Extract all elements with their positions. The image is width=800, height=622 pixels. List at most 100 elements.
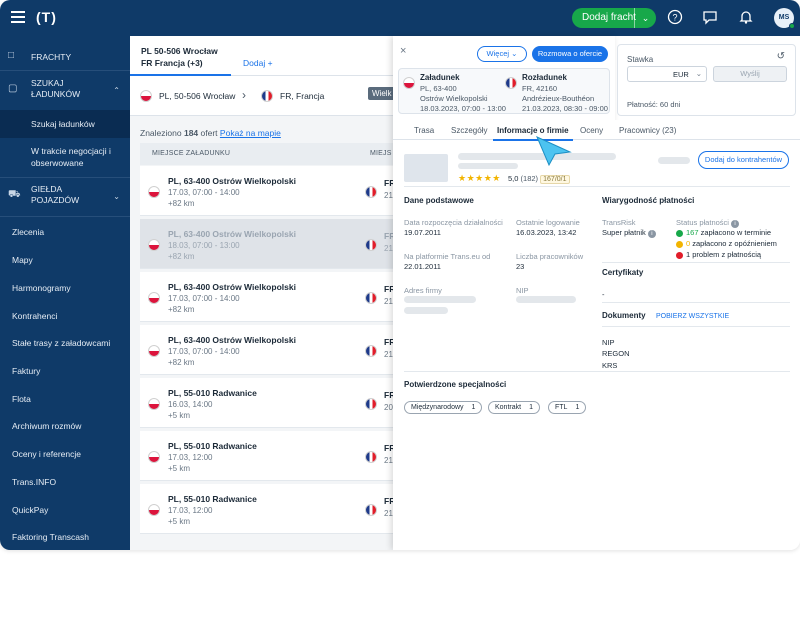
chevron-right-icon: › bbox=[242, 88, 246, 102]
bell-icon[interactable] bbox=[737, 9, 755, 27]
sidebar: □ FRACHTY ▢ SZUKAJ ŁADUNKÓW ⌃ Szukaj ład… bbox=[0, 36, 130, 550]
offer-card[interactable]: PL, 63-400 Ostrów Wielkopolski 18.03, 07:… bbox=[140, 219, 395, 269]
box-icon: ▢ bbox=[8, 83, 18, 94]
svg-text:?: ? bbox=[672, 13, 677, 23]
chevron-down-icon[interactable]: ⌄ bbox=[634, 8, 656, 28]
avatar[interactable]: MS bbox=[774, 8, 795, 29]
flag-fr-icon bbox=[505, 77, 517, 89]
chevron-up-icon: ⌃ bbox=[113, 86, 120, 95]
offer-distance: +82 km bbox=[168, 358, 195, 367]
status-paid-late: 0 zapłacono z opóźnieniem bbox=[676, 239, 777, 248]
placeholder-bar bbox=[658, 157, 690, 164]
offer-list-panel: PL 50-506 Wrocław FR Francja (+3) Dodaj … bbox=[130, 36, 396, 550]
divider bbox=[602, 302, 790, 303]
sidebar-divider bbox=[0, 70, 130, 71]
divider bbox=[602, 326, 790, 327]
freight-icon: □ bbox=[8, 50, 15, 61]
offer-card[interactable]: PL, 55-010 Radwanice 17.03, 12:00 +5 km FR 2… bbox=[140, 484, 395, 534]
top-bar: (T) Dodaj fracht ⌄ ? MS bbox=[0, 0, 800, 36]
flag-pl-icon bbox=[148, 345, 160, 357]
talk-about-offer-button[interactable]: Rozmowa o ofercie bbox=[532, 46, 608, 62]
rating-summary[interactable]: 5,0 (182) 167/0/1 bbox=[508, 174, 570, 184]
download-all-link[interactable]: POBIERZ WSZYSTKIE bbox=[656, 313, 729, 320]
tab-route[interactable]: Trasa bbox=[414, 126, 434, 135]
route-summary[interactable]: PL, 50-506 Wrocław › FR, Francja Wielk bbox=[130, 76, 396, 116]
info-icon[interactable]: i bbox=[731, 220, 740, 228]
credibility-title: Wiarygodność płatności bbox=[602, 196, 695, 205]
show-on-map-link[interactable]: Pokaż na mapie bbox=[220, 128, 281, 138]
offer-loading-city: PL, 63-400 Ostrów Wielkopolski bbox=[168, 229, 296, 239]
offer-card[interactable]: PL, 55-010 Radwanice 16.03, 14:00 +5 km FR 2… bbox=[140, 378, 395, 428]
company-logo-placeholder bbox=[404, 154, 448, 182]
flag-fr-icon bbox=[365, 345, 377, 357]
flag-fr-icon bbox=[365, 504, 377, 516]
last-login-value: 16.03.2023, 13:42 bbox=[516, 228, 577, 237]
status-payment-problem: 1 problem z płatnością bbox=[676, 250, 761, 259]
error-circle-icon bbox=[676, 251, 683, 259]
specialty-chip: Międzynarodowy 1 bbox=[404, 401, 483, 414]
flag-pl-icon bbox=[140, 90, 152, 102]
chat-icon[interactable] bbox=[701, 9, 719, 27]
offer-loading-date: 17.03, 07:00 - 14:00 bbox=[168, 347, 240, 356]
flag-fr-icon bbox=[365, 398, 377, 410]
status-paid-on-time: 167 zapłacono w terminie bbox=[676, 228, 771, 237]
offer-loading-date: 17.03, 07:00 - 14:00 bbox=[168, 294, 240, 303]
info-icon[interactable]: i bbox=[647, 230, 656, 238]
offer-card[interactable]: PL, 63-400 Ostrów Wielkopolski 17.03, 07:… bbox=[140, 272, 395, 322]
add-search-tab[interactable]: Dodaj + bbox=[243, 58, 273, 68]
more-button[interactable]: Więcej ⌄ bbox=[477, 46, 527, 62]
help-icon[interactable]: ? bbox=[666, 9, 684, 27]
tab-company-info[interactable]: Informacje o firmie bbox=[493, 126, 573, 141]
flag-fr-icon bbox=[365, 451, 377, 463]
doc-nip[interactable]: NIP bbox=[602, 338, 615, 347]
detail-tabs: Trasa Szczegóły Informacje o firmie Ocen… bbox=[393, 120, 800, 141]
send-button[interactable]: Wyślij bbox=[713, 66, 787, 82]
tab-employees[interactable]: Pracownicy (23) bbox=[619, 126, 676, 135]
offer-loading-date: 17.03, 12:00 bbox=[168, 506, 213, 515]
offer-loading-date: 17.03, 07:00 - 14:00 bbox=[168, 188, 240, 197]
add-to-contractors-button[interactable]: Dodaj do kontrahentów bbox=[698, 151, 789, 169]
hamburger-menu-icon[interactable] bbox=[11, 11, 25, 23]
address-placeholder bbox=[404, 307, 448, 314]
flag-pl-icon bbox=[148, 186, 160, 198]
chevron-down-icon: ⌄ bbox=[113, 192, 120, 201]
tab-search-wroclaw[interactable]: PL 50-506 Wrocław FR Francja (+3) bbox=[130, 36, 231, 76]
offer-loading-city: PL, 63-400 Ostrów Wielkopolski bbox=[168, 282, 296, 292]
basic-data-title: Dane podstawowe bbox=[404, 196, 474, 205]
offer-card[interactable]: PL, 63-400 Ostrów Wielkopolski 17.03, 07:… bbox=[140, 166, 395, 216]
country-chip[interactable]: Wielk bbox=[368, 87, 396, 100]
address-placeholder bbox=[404, 296, 476, 303]
offer-loading-city: PL, 55-010 Radwanice bbox=[168, 494, 257, 504]
list-column-header: MIEJSCE ZAŁADUNKU MIEJS bbox=[140, 143, 393, 165]
flag-fr-icon bbox=[365, 292, 377, 304]
app-logo[interactable]: (T) bbox=[36, 9, 57, 25]
divider bbox=[404, 371, 790, 372]
sidebar-item-search-loads-group[interactable]: ▢ SZUKAJ ŁADUNKÓW ⌃ bbox=[0, 78, 130, 104]
tab-ratings[interactable]: Oceny bbox=[580, 126, 603, 135]
offer-distance: +5 km bbox=[168, 464, 191, 473]
currency-select[interactable]: EUR ⌄ bbox=[627, 66, 707, 82]
flag-fr-icon bbox=[365, 239, 377, 251]
search-tabs: PL 50-506 Wrocław FR Francja (+3) Dodaj … bbox=[130, 36, 393, 76]
add-freight-label: Dodaj fracht bbox=[582, 12, 636, 23]
divider bbox=[602, 262, 790, 263]
offer-card[interactable]: PL, 55-010 Radwanice 17.03, 12:00 +5 km FR 2… bbox=[140, 431, 395, 481]
sidebar-item-freights[interactable]: □ FRACHTY bbox=[0, 50, 130, 64]
sidebar-item-vehicle-exchange[interactable]: ⛟ GIEŁDA POJAZDÓW ⌄ bbox=[0, 184, 130, 210]
add-freight-button[interactable]: Dodaj fracht ⌄ bbox=[572, 8, 656, 28]
history-icon[interactable]: ↺ bbox=[777, 51, 785, 62]
offer-loading-city: PL, 63-400 Ostrów Wielkopolski bbox=[168, 176, 296, 186]
sidebar-divider bbox=[0, 216, 130, 217]
doc-krs[interactable]: KRS bbox=[602, 361, 617, 370]
flag-pl-icon bbox=[403, 77, 415, 89]
sidebar-item-search-loads[interactable]: Szukaj ładunków bbox=[0, 110, 130, 138]
close-icon[interactable]: × bbox=[400, 45, 406, 57]
offer-distance: +82 km bbox=[168, 199, 195, 208]
sidebar-item-negotiations[interactable]: W trakcie negocjacji i obserwowane bbox=[0, 145, 130, 171]
offer-card[interactable]: PL, 63-400 Ostrów Wielkopolski 17.03, 07:… bbox=[140, 325, 395, 375]
offer-loading-city: PL, 55-010 Radwanice bbox=[168, 388, 257, 398]
specialties-title: Potwierdzone specjalności bbox=[404, 380, 507, 389]
doc-regon[interactable]: REGON bbox=[602, 349, 630, 358]
divider bbox=[404, 186, 790, 187]
tab-details[interactable]: Szczegóły bbox=[451, 126, 487, 135]
